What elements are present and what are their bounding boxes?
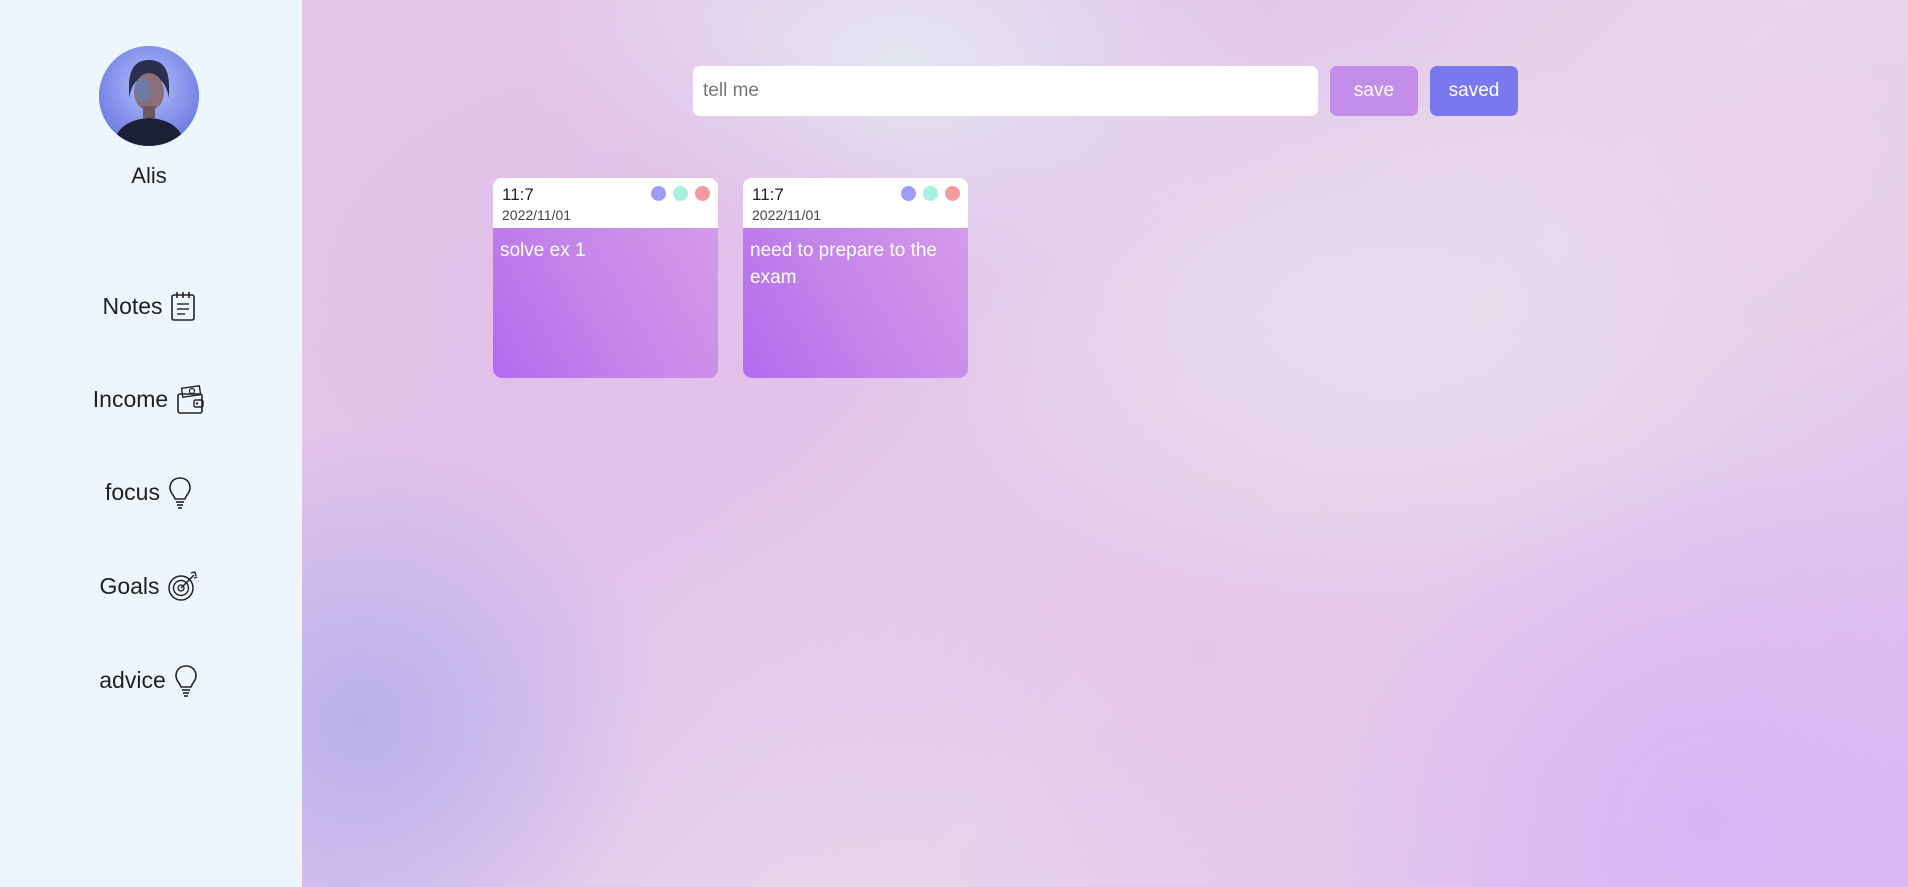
sidebar-item-advice[interactable]: advice: [0, 660, 298, 700]
note-time: 11:7: [752, 185, 784, 204]
sidebar-item-label: Goals: [99, 572, 160, 599]
save-button[interactable]: save: [1330, 66, 1418, 116]
note-date: 2022/11/01: [502, 207, 572, 223]
note-color-options: [651, 186, 710, 201]
note-text: solve ex 1: [493, 228, 718, 378]
main-content: save saved 11:7 2022/11/01 solve ex 1 11…: [302, 0, 1908, 887]
saved-button[interactable]: saved: [1430, 66, 1518, 116]
sidebar-item-label: advice: [99, 666, 166, 693]
lightbulb-icon: [167, 475, 193, 509]
sidebar-item-label: Income: [92, 385, 169, 412]
lightbulb-icon: [173, 663, 199, 697]
note-time: 11:7: [502, 185, 534, 204]
user-name: Alis: [131, 163, 167, 188]
target-icon: [167, 569, 199, 603]
color-dot-mint[interactable]: [673, 186, 688, 201]
color-dot-red[interactable]: [945, 186, 960, 201]
color-dot-mint[interactable]: [923, 186, 938, 201]
color-dot-red[interactable]: [695, 186, 710, 201]
sidebar-item-goals[interactable]: Goals: [0, 566, 298, 606]
note-text: need to prepare to the exam: [743, 228, 968, 378]
avatar: [99, 46, 199, 146]
app-window: Alis Notes Income focus Goals advice tel…: [0, 0, 1908, 887]
note-header: 11:7 2022/11/01: [743, 178, 968, 228]
wallet-icon: [175, 383, 205, 415]
sidebar-item-notes[interactable]: Notes: [0, 286, 298, 326]
user-portrait-icon: [99, 46, 199, 146]
note-color-options: [901, 186, 960, 201]
note-header: 11:7 2022/11/01: [493, 178, 718, 228]
note-input[interactable]: [693, 66, 1318, 116]
sidebar-item-label: focus: [105, 478, 160, 505]
sidebar: Alis Notes Income focus Goals advice: [0, 0, 302, 887]
sidebar-item-focus[interactable]: focus: [0, 472, 298, 512]
note-card[interactable]: 11:7 2022/11/01 solve ex 1: [493, 178, 718, 378]
notepad-icon: [170, 290, 196, 322]
sidebar-item-income[interactable]: Income: [0, 379, 298, 419]
color-dot-blue[interactable]: [651, 186, 666, 201]
note-date: 2022/11/01: [752, 207, 822, 223]
color-dot-blue[interactable]: [901, 186, 916, 201]
note-card[interactable]: 11:7 2022/11/01 need to prepare to the e…: [743, 178, 968, 378]
sidebar-item-label: Notes: [102, 292, 163, 319]
